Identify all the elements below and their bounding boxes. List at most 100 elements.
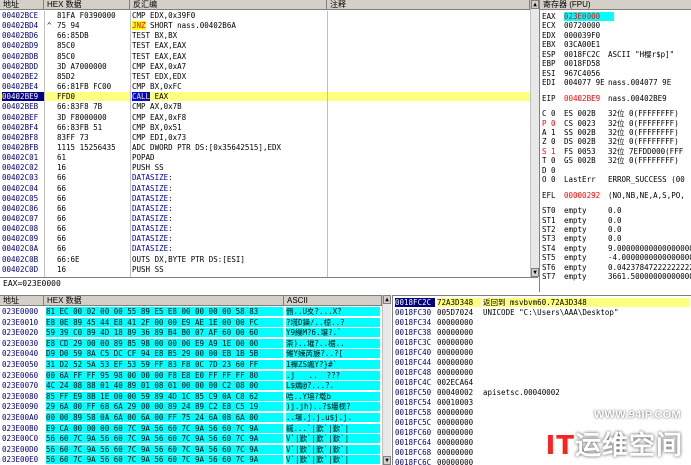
dump-row[interactable]: 023E00E0 56 60 7C 9A 56 60 7C 9A 56 60 7C… [0,455,382,465]
register-value[interactable]: 023E0000 [564,12,614,21]
dump-hex[interactable]: 85 FF E9 8B 1E 00 00 59 89 4D 1C 85 C9 0… [46,391,283,401]
disasm-row[interactable]: 00402BE2 85D2 TEST EDX,EDX [0,72,530,81]
disasm-row[interactable]: 00402BEB 66:83F8 7B CMP AX,0x7B [0,102,530,111]
register-value[interactable]: empty [564,225,614,234]
register-row[interactable]: EBP 0018FD58 [540,59,691,68]
disasm-row[interactable]: 00402BE9 FFD0 CALL EAX [0,92,530,102]
stack-address[interactable]: 0018FC58 [395,408,435,417]
stack-address[interactable]: 0018FC68 [395,448,435,457]
dump-hex[interactable]: E8 CD 29 00 00 89 85 98 00 00 00 E9 A9 1… [46,338,283,348]
stack-address[interactable]: 0018FC50 [395,388,435,397]
stack-value[interactable]: 00000000 [437,418,481,427]
disasm-address[interactable]: 00402BD4 [2,21,44,30]
scroll-down-icon[interactable]: ▼ [531,268,539,277]
dump-ascii[interactable]: 槭...`|歏`|歏`| [286,423,380,433]
col-disasm-header[interactable]: 反汇编 [130,0,327,10]
register-value[interactable]: empty [564,272,614,281]
dump-hex[interactable]: 56 60 7C 9A 56 60 7C 9A 56 60 7C 9A 56 6… [46,434,283,444]
stack-address[interactable]: 0018FC38 [395,328,435,337]
disasm-address[interactable]: 00402BDD [2,62,44,71]
col-hex-header[interactable]: HEX 数据 [44,0,130,10]
stack-value[interactable]: 00000000 [437,458,481,465]
dump-ascii[interactable]: 1襌ZS颯Y?}#` [286,360,380,369]
disasm-row[interactable]: 00402BF4 66:83FB 51 CMP BX,0x51 [0,123,530,132]
dump-ascii[interactable]: 咭..Y塎?墘b [286,391,380,401]
stack-address[interactable]: 0018FC44 [395,358,435,367]
stack-row[interactable]: 0018FC38 00000000 [393,328,691,337]
disasm-address[interactable]: 00402C05 [2,194,44,203]
dump-row[interactable]: 023E00C0 56 60 7C 9A 56 60 7C 9A 56 60 7C… [0,434,382,444]
stack-row[interactable]: 0018FC48 00000000 [393,368,691,377]
register-row[interactable]: ST4 empty9.0000000000000000000 [540,244,691,253]
register-row[interactable]: EFL 00000292 (NO,NB,NE,A,S,PO, [540,191,691,200]
stack-row[interactable]: 0018FC2C 72A3D348 返回到 msvbvm60.72A3D348 [393,298,691,307]
dump-hex[interactable]: E8 0E 89 45 44 E8 41 2F 00 00 E9 AE 1E 0… [46,317,283,327]
disasm-address[interactable]: 00402C0A [2,244,44,253]
dump-ascii[interactable]: V`|歏`|歏`|歏`| [286,434,380,444]
dump-row[interactable]: 023E0070 4C 24 08 88 01 40 89 01 08 01 00… [0,381,382,391]
register-value[interactable]: 000039F0 [564,31,614,40]
register-row[interactable]: EDX 000039F0 [540,31,691,40]
stack-value[interactable]: 72A3D348 [437,298,481,307]
register-value[interactable]: CS 0023 [564,119,614,128]
disasm-row[interactable]: 00402C03 66 DATASIZE: [0,173,530,182]
disasm-address[interactable]: 00402BE9 [2,92,44,102]
stack-address[interactable]: 0018FC4C [395,378,435,387]
register-row[interactable]: A 1 SS 002B 32位 0(FFFFFFFF) [540,128,691,137]
stack-value[interactable]: 00000000 [437,438,481,447]
disasm-address[interactable]: 00402BF8 [2,133,44,142]
register-row[interactable]: D 0 [540,166,691,175]
register-row[interactable]: ESI 967C4056 [540,69,691,78]
disasm-address[interactable]: 00402C07 [2,214,44,223]
disasm-row[interactable]: 00402BCE 81FA F0390000 CMP EDX,0x39F0 [0,11,530,20]
register-row[interactable]: O 0 LastErr ERROR_SUCCESS (00 [540,175,691,184]
dump-address[interactable]: 023E00B0 [2,424,44,433]
register-row[interactable]: EAX 023E0000 [540,12,691,21]
dump-address[interactable]: 023E00D0 [2,445,44,454]
scroll-up-icon[interactable]: ▲ [531,0,539,9]
disasm-row[interactable]: 00402BE4 66:81FB FC00 CMP BX,0xFC [0,82,530,91]
disasm-row[interactable]: 00402BEF 3D F8000000 CMP EAX,0xF8 [0,113,530,122]
disasm-row[interactable]: 00402BD9 85C0 TEST EAX,EAX [0,41,530,50]
dump-address[interactable]: 023E0050 [2,360,44,369]
register-value[interactable]: 03CA00E1 [564,40,614,49]
register-row[interactable]: ST3 empty 0.0 [540,234,691,243]
stack-address[interactable]: 0018FC40 [395,348,435,357]
register-row[interactable]: ST1 empty 0.0 [540,216,691,225]
dump-ascii[interactable]: ..塜.j.j.u$j.j. [286,413,380,422]
dump-ascii[interactable]: V`|歏`|歏`|歏`| [286,455,380,465]
memory-dump-pane[interactable]: 地址 HEX 数据 ASCII 023E0000 81 EC 00 02 00 0… [0,295,382,465]
dump-hex[interactable]: 31 D2 52 5A 53 EF 53 59 FF 83 F8 0C 7D 2… [46,360,283,369]
dump-row[interactable]: 023E0040 D9 D0 59 8A C5 DC CF 94 E8 B5 29… [0,349,382,359]
dump-row[interactable]: 023E0000 81 EC 00 02 00 00 55 89 E5 E8 00… [0,307,382,316]
stack-address[interactable]: 0018FC48 [395,368,435,377]
dump-hex[interactable]: E9 CA 00 00 00 60 7C 9A 56 60 7C 9A 56 6… [46,423,283,433]
dump-address[interactable]: 023E0010 [2,318,44,327]
disasm-address[interactable]: 00402C06 [2,204,44,213]
dump-row[interactable]: 023E0020 59 39 C0 89 4D 18 89 36 89 B4 B0… [0,328,382,338]
disasm-row[interactable]: 00402C08 66 DATASIZE: [0,224,530,233]
stack-value[interactable]: 00010003 [437,398,481,407]
dump-scrollbar[interactable]: ▲ ▼ [382,295,391,465]
disasm-row[interactable]: 00402C0D 16 PUSH SS [0,265,530,274]
register-row[interactable]: EBX 03CA00E1 [540,40,691,49]
dump-ascii[interactable]: ?塃D鐰/..椋..? [286,317,380,327]
dump-row[interactable]: 023E0030 E8 CD 29 00 00 89 85 98 00 00 00… [0,338,382,348]
disasm-row[interactable]: 00402BDD 3D A7000000 CMP EAX,0xA7 [0,62,530,71]
dump-ascii[interactable]: )j.jh)..?$壜枧? [286,402,380,412]
register-value[interactable]: empty [564,244,614,253]
disasm-row[interactable]: 00402BD4 ^ 75 94 JNZ SHORT nass.00402B6A [0,21,530,31]
disasm-row[interactable]: 00402BD6 66:85DB TEST BX,BX [0,31,530,40]
dump-address[interactable]: 023E0090 [2,402,44,411]
register-value[interactable]: ES 002B [564,109,614,118]
dump-ascii[interactable]: L$燽@?...?. [286,381,380,391]
dump-ascii[interactable]: V`|歏`|歏`|歏`| [286,444,380,454]
dump-hex[interactable]: 56 60 7C 9A 56 60 7C 9A 56 60 7C 9A 56 6… [46,444,283,454]
scroll-down-icon[interactable]: ▼ [383,456,391,465]
stack-address[interactable]: 0018FC2C [395,298,435,307]
dump-row[interactable]: 023E0050 31 D2 52 5A 53 EF 53 59 FF 83 F8… [0,360,382,369]
register-value[interactable]: 004077 9E [564,78,614,87]
dump-address[interactable]: 023E0000 [2,307,44,316]
stack-value[interactable]: 00000000 [437,448,481,457]
dump-row[interactable]: 023E0090 29 6A 00 FF 68 6A 29 00 00 89 24… [0,402,382,412]
